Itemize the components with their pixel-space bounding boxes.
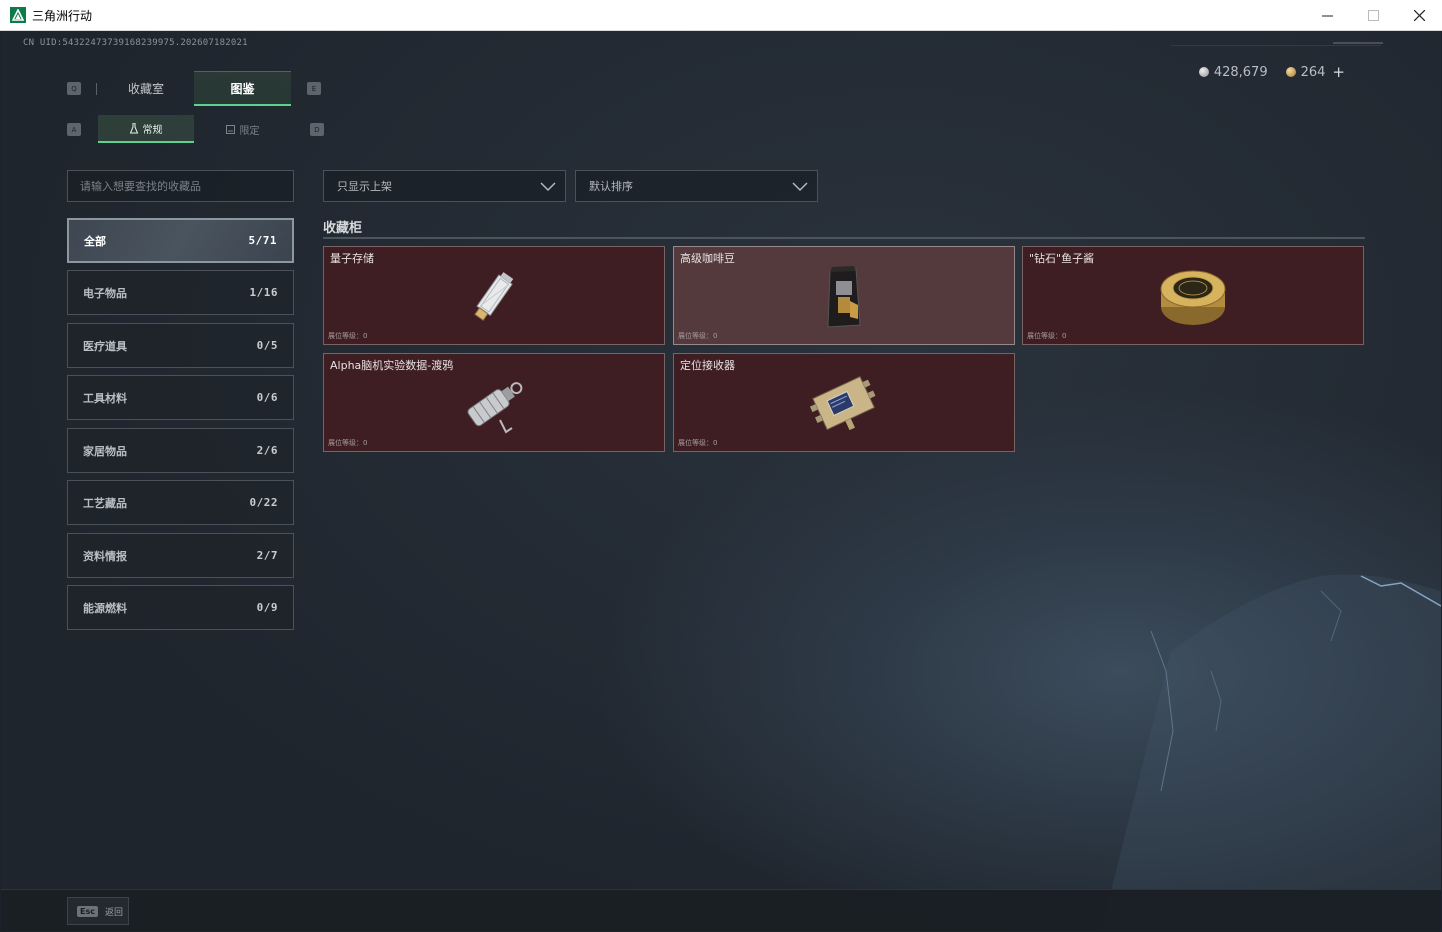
tab-collection-room[interactable]: 收藏室	[98, 71, 194, 106]
flask-icon	[129, 122, 138, 133]
collection-card[interactable]: "钻石"鱼子酱 展位等级：0	[1022, 246, 1364, 345]
category-medical[interactable]: 医疗道具 0/5	[67, 323, 294, 368]
subtab-limited[interactable]: 限定	[194, 115, 291, 143]
caviar-tin-icon	[1160, 270, 1226, 325]
collection-card[interactable]: 高级咖啡豆 展位等级：0	[673, 246, 1015, 345]
shelf-filter-select[interactable]: 只显示上架	[323, 170, 566, 202]
back-button[interactable]: Esc 返回	[67, 897, 129, 925]
collection-card[interactable]: 定位接收器 展位等级：0	[673, 353, 1015, 452]
close-button[interactable]	[1396, 0, 1442, 31]
category-label: 工具材料	[83, 391, 127, 405]
silver-currency: 428,679	[1198, 63, 1268, 81]
card-name: "钻石"鱼子酱	[1029, 252, 1095, 265]
category-household[interactable]: 家居物品 2/6	[67, 428, 294, 473]
player-uid: CN UID:543224737391682399​75.20260718202…	[23, 38, 248, 48]
category-count: 0/22	[249, 496, 278, 509]
card-level: 展位等级：0	[678, 439, 718, 447]
category-count: 1/16	[249, 286, 278, 299]
category-crafts[interactable]: 工艺藏品 0/22	[67, 480, 294, 525]
subtab-prev-key-hint: A	[67, 123, 81, 136]
chevron-down-icon	[792, 182, 808, 192]
gps-receiver-icon	[809, 376, 876, 431]
app-logo-icon	[10, 7, 26, 23]
maximize-button[interactable]	[1350, 0, 1396, 31]
category-intel[interactable]: 资料情报 2/7	[67, 533, 294, 578]
category-label: 电子物品	[83, 286, 127, 300]
card-level: 展位等级：0	[328, 332, 368, 340]
card-name: Alpha脑机实验数据-渡鸦	[330, 359, 454, 372]
category-tools[interactable]: 工具材料 0/6	[67, 375, 294, 420]
category-label: 医疗道具	[83, 339, 127, 353]
top-divider-accent	[1333, 42, 1383, 44]
cabinet-title: 收藏柜	[323, 221, 363, 236]
gold-currency: 264 +	[1285, 63, 1345, 81]
card-name: 定位接收器	[680, 359, 735, 372]
subtab-regular[interactable]: 常规	[98, 115, 194, 143]
gold-amount: 264	[1300, 64, 1326, 80]
card-level: 展位等级：0	[1027, 332, 1067, 340]
tab-prev-key-hint: Q	[67, 82, 81, 95]
silver-coin-icon	[1198, 67, 1209, 77]
category-count: 2/6	[256, 444, 278, 457]
collection-card[interactable]: 量子存储 展位等级：0	[323, 246, 665, 345]
card-level: 展位等级：0	[678, 332, 718, 340]
shelf-filter-value: 只显示上架	[337, 180, 392, 193]
category-energy[interactable]: 能源燃料 0/9	[67, 585, 294, 630]
collection-search-input[interactable]: 请输入想要查找的收藏品	[67, 170, 294, 202]
top-divider	[1171, 45, 1381, 46]
minimize-button[interactable]	[1304, 0, 1350, 31]
window-titlebar: 三角洲行动	[0, 0, 1442, 31]
category-label: 全部	[84, 234, 106, 248]
subtab-regular-label: 常规	[142, 124, 163, 136]
subtab-next-key-hint: D	[310, 123, 324, 136]
badge-icon	[225, 124, 235, 134]
window-title: 三角洲行动	[32, 8, 93, 23]
category-count: 0/9	[256, 601, 278, 614]
sort-value: 默认排序	[589, 180, 633, 193]
category-count: 2/7	[256, 549, 278, 562]
data-capsule-icon	[467, 382, 523, 434]
card-name: 量子存储	[330, 252, 374, 265]
tab-next-key-hint: E	[307, 82, 321, 95]
chevron-down-icon	[540, 182, 556, 192]
category-label: 资料情报	[83, 549, 127, 563]
category-count: 0/5	[256, 339, 278, 352]
gold-coin-icon	[1285, 67, 1296, 77]
tab-catalog[interactable]: 图鉴	[194, 71, 291, 106]
tab-separator	[96, 83, 97, 95]
usb-drive-icon	[474, 272, 514, 321]
card-level: 展位等级：0	[328, 439, 368, 447]
category-count: 0/6	[256, 391, 278, 404]
currency-bar: 428,679 264 +	[1198, 63, 1345, 81]
game-screen: CN UID:543224737391682399​75.20260718202…	[1, 31, 1441, 931]
back-label: 返回	[104, 907, 123, 918]
category-count: 5/71	[248, 234, 277, 247]
category-label: 工艺藏品	[83, 496, 127, 510]
card-name: 高级咖啡豆	[680, 252, 735, 265]
category-all[interactable]: 全部 5/71	[67, 218, 294, 263]
category-label: 能源燃料	[83, 601, 127, 615]
collection-card[interactable]: Alpha脑机实验数据-渡鸦 展位等级：0	[323, 353, 665, 452]
sort-select[interactable]: 默认排序	[575, 170, 818, 202]
cabinet-divider	[323, 237, 1365, 239]
esc-key-hint: Esc	[77, 905, 98, 917]
bottom-action-bar: Esc 返回	[1, 889, 1441, 931]
coffee-bag-icon	[827, 266, 861, 328]
silver-amount: 428,679	[1213, 64, 1268, 80]
subtab-limited-label: 限定	[239, 125, 260, 137]
category-label: 家居物品	[83, 444, 127, 458]
category-electronics[interactable]: 电子物品 1/16	[67, 270, 294, 315]
add-currency-button[interactable]: +	[1332, 63, 1345, 81]
